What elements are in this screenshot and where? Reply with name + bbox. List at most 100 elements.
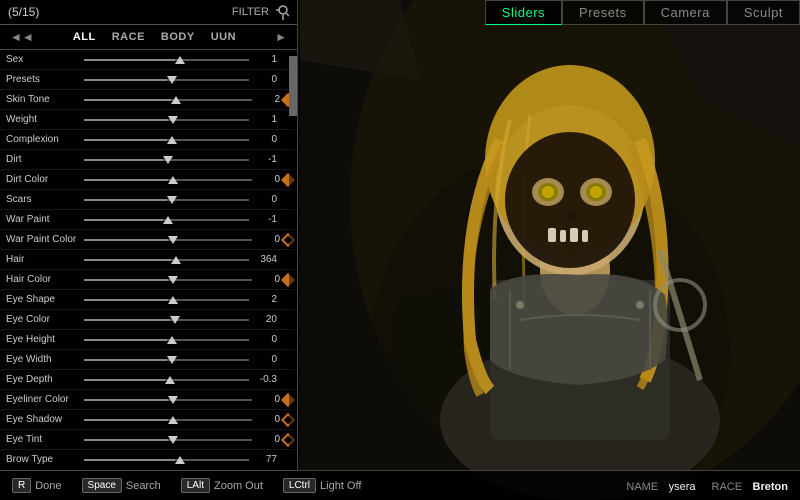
slider-label: Eyeliner Color xyxy=(6,394,84,405)
tab-sculpt[interactable]: Sculpt xyxy=(727,0,800,25)
slider-row[interactable]: Eye Depth-0.3 xyxy=(0,370,297,390)
character-race-area: RACE Breton xyxy=(712,477,788,495)
slider-track-container[interactable] xyxy=(84,293,249,307)
slider-label: Eye Color xyxy=(6,314,84,325)
slider-row[interactable]: Skin Tone 2 xyxy=(0,90,297,110)
slider-track-container[interactable] xyxy=(84,193,249,207)
slider-track-container[interactable] xyxy=(84,73,249,87)
slider-row[interactable]: Eye Width0 xyxy=(0,350,297,370)
slider-track-container[interactable] xyxy=(84,53,249,67)
slider-thumb xyxy=(165,376,175,384)
slider-thumb xyxy=(170,316,180,324)
slider-track-container[interactable] xyxy=(84,233,252,247)
slider-label: Eye Shadow xyxy=(6,414,84,425)
slider-track-container[interactable] xyxy=(84,393,252,407)
slider-row[interactable]: Dirt-1 xyxy=(0,150,297,170)
slider-thumb xyxy=(167,336,177,344)
slider-label: War Paint xyxy=(6,214,84,225)
nav-arrow-left[interactable]: ◄ xyxy=(6,30,38,44)
slider-track xyxy=(84,79,249,81)
slider-value: 2 xyxy=(252,94,280,105)
slider-row[interactable]: War Paint-1 xyxy=(0,210,297,230)
slider-row[interactable]: Presets 0 xyxy=(0,70,297,90)
slider-row[interactable]: Brow Type77 xyxy=(0,450,297,464)
slider-track-container[interactable] xyxy=(84,333,249,347)
slider-track xyxy=(84,239,252,241)
slider-track-container[interactable] xyxy=(84,253,249,267)
slider-track xyxy=(84,459,249,461)
slider-label: Hair xyxy=(6,254,84,265)
slider-row[interactable]: Sex1 xyxy=(0,50,297,70)
slider-row[interactable]: War Paint Color0 xyxy=(0,230,297,250)
slider-track-container[interactable] xyxy=(84,433,252,447)
nav-tabs: ALL RACE BODY UUN xyxy=(38,29,271,45)
status-done: R Done xyxy=(12,478,62,493)
slider-value: 1 xyxy=(249,54,277,65)
panel-header: (5/15) FILTER xyxy=(0,0,297,25)
zoom-key: LAlt xyxy=(181,478,210,493)
slider-track-container[interactable] xyxy=(84,413,252,427)
slider-row[interactable]: Eye Color20 xyxy=(0,310,297,330)
slider-track-container[interactable] xyxy=(84,273,252,287)
slider-thumb xyxy=(163,156,173,164)
nav-row: ◄ ALL RACE BODY UUN ► xyxy=(0,25,297,50)
slider-row[interactable]: Eye Height0 xyxy=(0,330,297,350)
slider-track-container[interactable] xyxy=(84,113,249,127)
nav-tab-body[interactable]: BODY xyxy=(157,29,199,45)
nav-tab-uun[interactable]: UUN xyxy=(207,29,240,45)
slider-row[interactable]: Weight1 xyxy=(0,110,297,130)
slider-thumb xyxy=(167,196,177,204)
slider-label: Presets xyxy=(6,74,84,85)
filter-area[interactable]: FILTER xyxy=(232,4,289,20)
status-light: LCtrl Light Off xyxy=(283,478,362,493)
slider-row[interactable]: Eye Shadow0 xyxy=(0,410,297,430)
slider-thumb xyxy=(167,136,177,144)
scrollbar-thumb[interactable] xyxy=(289,56,297,116)
scrollbar[interactable] xyxy=(289,56,297,470)
slider-label: Skin Tone xyxy=(6,94,84,105)
slider-row[interactable]: Dirt Color0 xyxy=(0,170,297,190)
slider-track-container[interactable] xyxy=(84,173,252,187)
slider-track xyxy=(84,419,252,421)
nav-arrow-right[interactable]: ► xyxy=(271,30,291,44)
slider-row[interactable]: Eye Shape2 xyxy=(0,290,297,310)
slider-track xyxy=(84,339,249,341)
slider-track-container[interactable] xyxy=(84,353,249,367)
slider-thumb xyxy=(167,356,177,364)
tab-sliders[interactable]: Sliders xyxy=(485,0,562,25)
nav-tab-all[interactable]: ALL xyxy=(69,29,100,45)
slider-track-container[interactable] xyxy=(84,93,252,107)
slider-track-container[interactable] xyxy=(84,313,249,327)
slider-track-container[interactable] xyxy=(84,453,249,465)
status-zoom: LAlt Zoom Out xyxy=(181,478,263,493)
slider-row[interactable]: Hair364 xyxy=(0,250,297,270)
slider-label: Dirt xyxy=(6,154,84,165)
slider-row[interactable]: Eyeliner Color0 xyxy=(0,390,297,410)
slider-label: Eye Height xyxy=(6,334,84,345)
status-search: Space Search xyxy=(82,478,161,493)
slider-row[interactable]: Complexion0 xyxy=(0,130,297,150)
slider-row[interactable]: Scars0 xyxy=(0,190,297,210)
slider-value: 0 xyxy=(249,74,277,85)
done-key: R xyxy=(12,478,31,493)
tab-presets[interactable]: Presets xyxy=(562,0,644,25)
slider-thumb xyxy=(175,56,185,64)
slider-row[interactable]: Hair Color0 xyxy=(0,270,297,290)
slider-value: 0 xyxy=(252,274,280,285)
slider-track-container[interactable] xyxy=(84,373,249,387)
slider-thumb xyxy=(168,396,178,404)
slider-track xyxy=(84,379,249,381)
slider-row[interactable]: Eye Tint0 xyxy=(0,430,297,450)
filter-label: FILTER xyxy=(232,6,269,18)
light-key: LCtrl xyxy=(283,478,316,493)
slider-track xyxy=(84,319,249,321)
slider-value: 0 xyxy=(249,134,277,145)
nav-tab-race[interactable]: RACE xyxy=(108,29,149,45)
top-tabs: Sliders Presets Camera Sculpt xyxy=(485,0,800,25)
slider-track-container[interactable] xyxy=(84,153,249,167)
slider-value: 0 xyxy=(252,434,280,445)
slider-track-container[interactable] xyxy=(84,133,249,147)
slider-track xyxy=(84,139,249,141)
slider-track-container[interactable] xyxy=(84,213,249,227)
tab-camera[interactable]: Camera xyxy=(644,0,727,25)
